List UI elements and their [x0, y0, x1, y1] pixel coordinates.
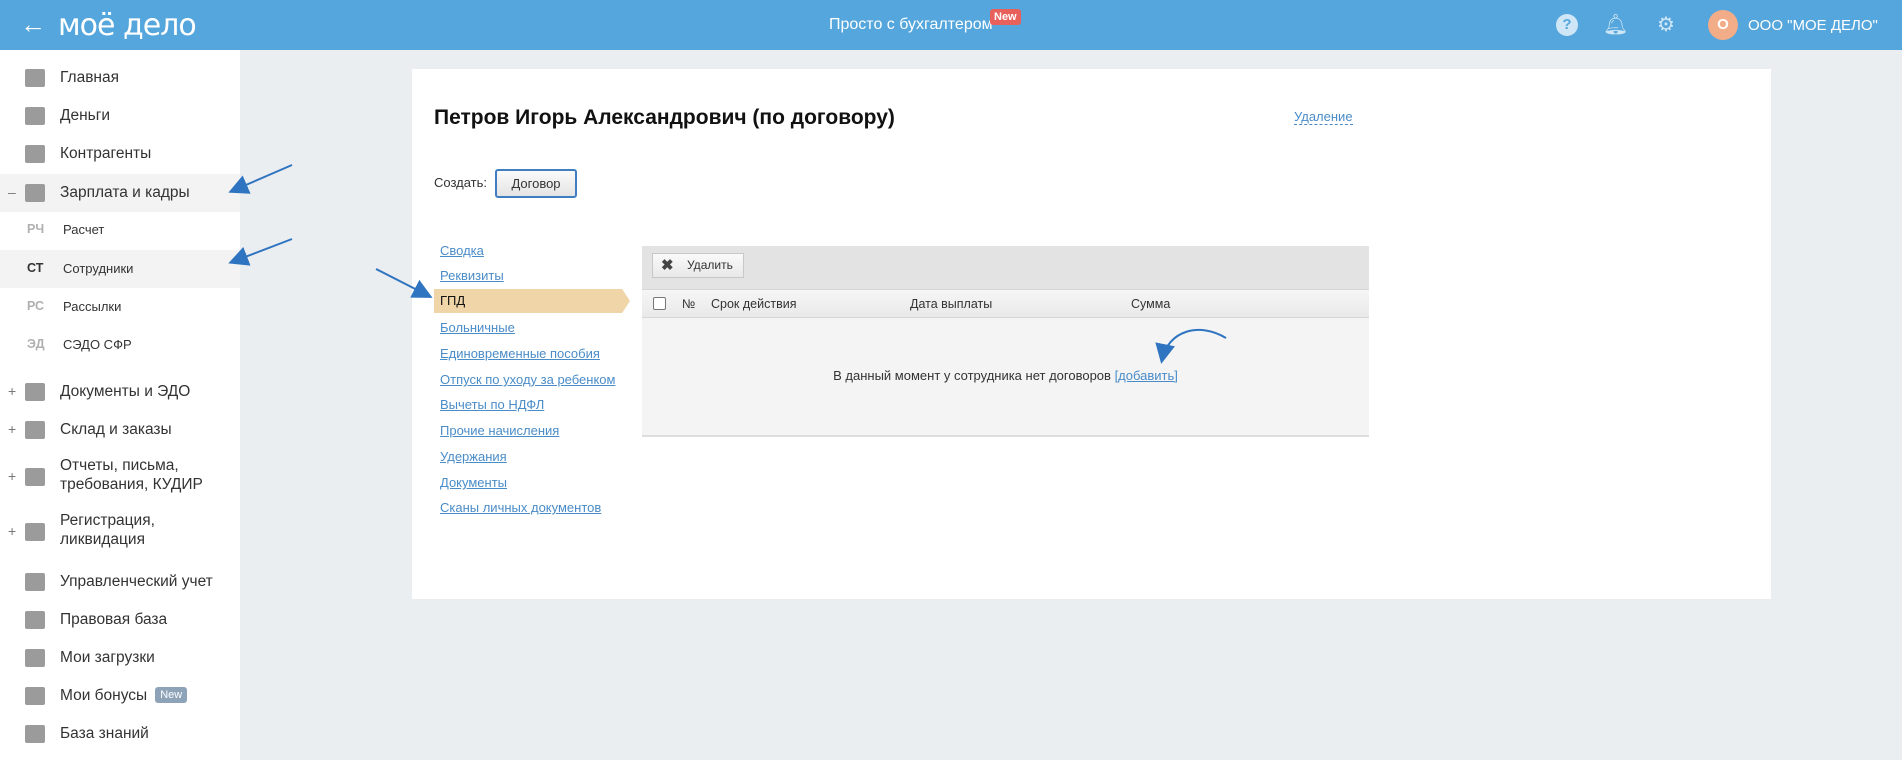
arrow-icon: [228, 238, 293, 266]
curved-arrow-icon: [1155, 329, 1227, 364]
arrow-icon: [228, 164, 293, 194]
annotation-arrows: [228, 164, 1227, 364]
arrow-icon: [375, 268, 433, 298]
